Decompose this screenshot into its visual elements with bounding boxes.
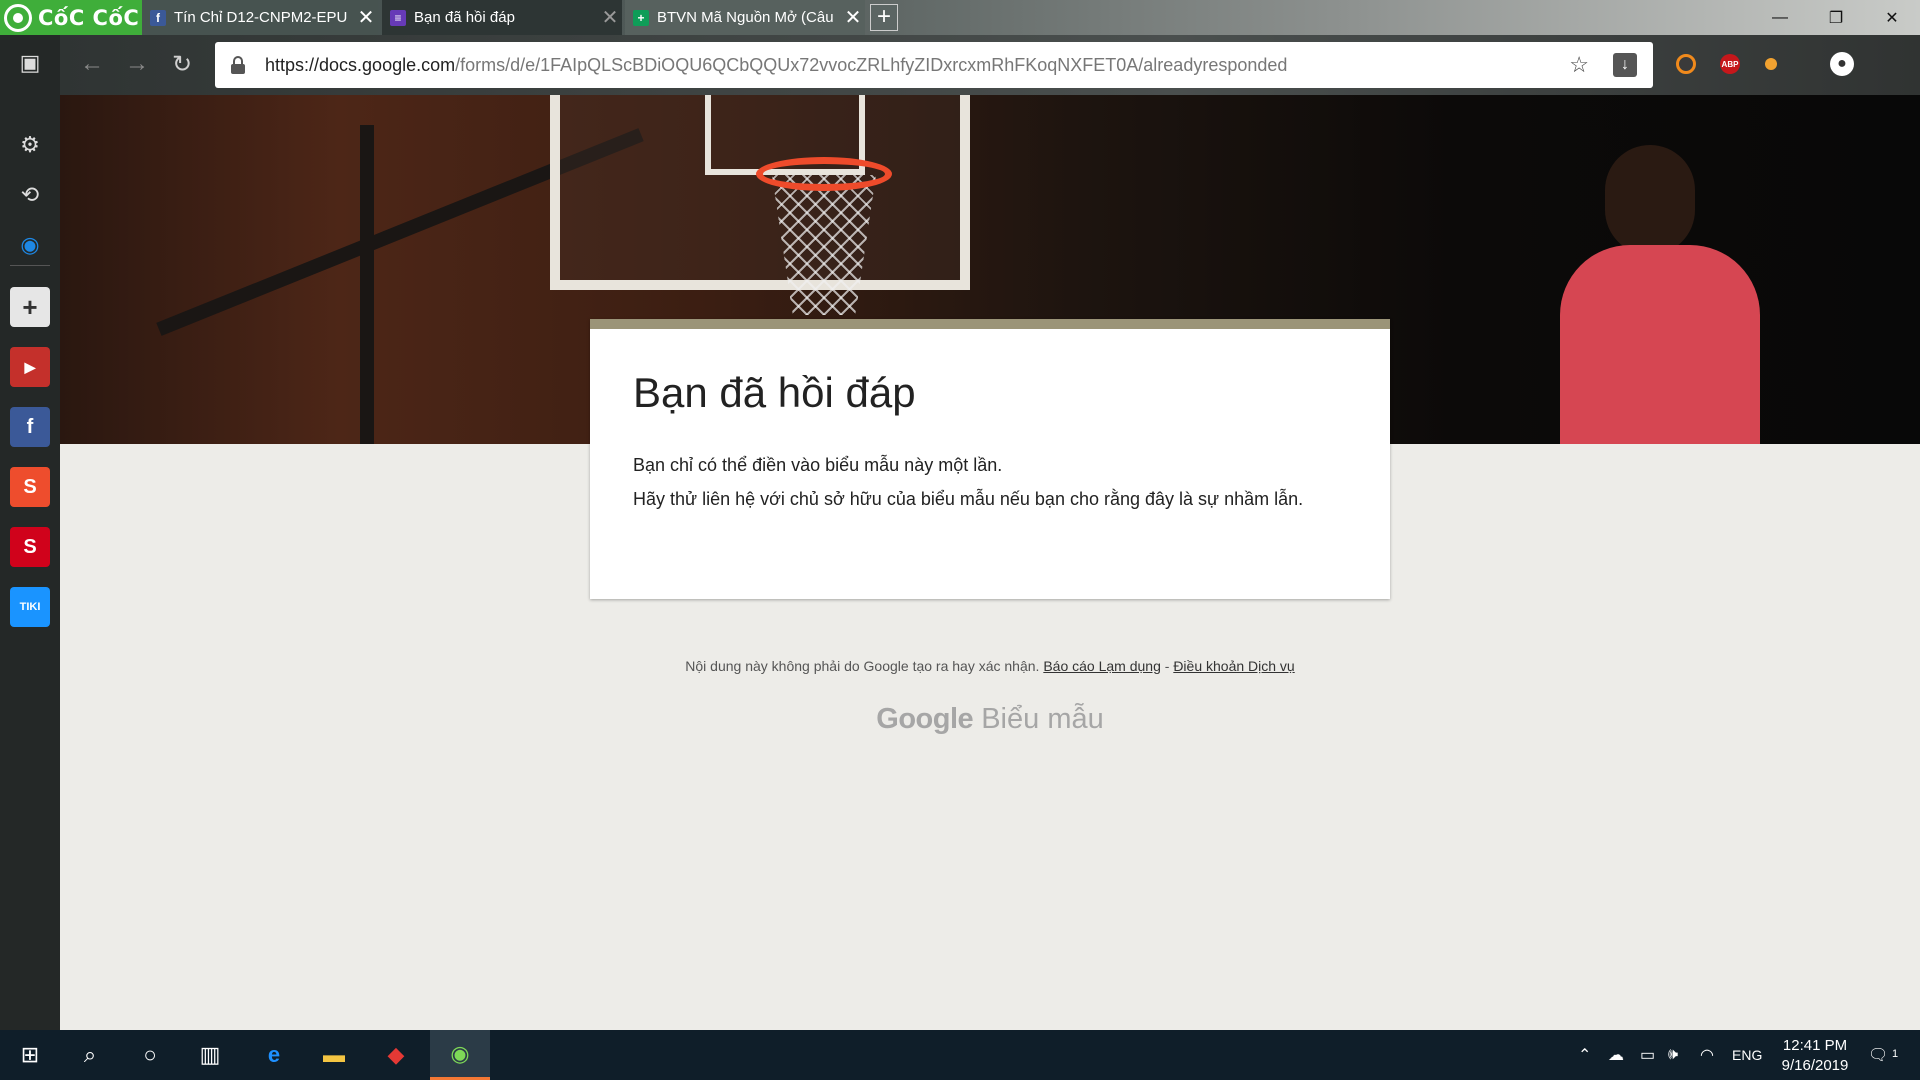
windows-start-icon[interactable]: ⊞	[0, 1030, 60, 1080]
notification-count: 1	[1886, 1044, 1904, 1064]
volume-icon[interactable]: 🕪	[1668, 1030, 1678, 1080]
coccoc-taskbar-icon[interactable]: ◉	[430, 1030, 490, 1080]
tab-google-form[interactable]: ≡ Bạn đã hồi đáp ✕	[382, 0, 622, 35]
coccoc-extension-icon[interactable]	[1676, 54, 1696, 74]
battery-icon[interactable]: ▭	[1640, 1030, 1655, 1080]
response-message: Bạn chỉ có thể điền vào biểu mẫu này một…	[633, 455, 1003, 475]
basketball-player	[1560, 245, 1760, 444]
report-abuse-link[interactable]: Báo cáo Lạm dụng	[1043, 658, 1161, 674]
tab-facebook[interactable]: f Tín Chỉ D12-CNPM2-EPU ✕	[142, 0, 378, 35]
tab-google-sheets[interactable]: + BTVN Mã Nguồn Mở (Câu ✕	[625, 0, 865, 35]
clock-time: 12:41 PM	[1782, 1037, 1848, 1054]
cortana-icon[interactable]: ○	[120, 1030, 180, 1080]
onedrive-icon[interactable]: ☁	[1608, 1030, 1624, 1080]
file-explorer-icon[interactable]: ▬	[304, 1030, 364, 1080]
reload-icon[interactable]: ↻	[165, 47, 199, 81]
add-app-button[interactable]: +	[10, 287, 50, 327]
basketball-net	[772, 175, 876, 315]
google-forms-icon: ≡	[390, 9, 406, 26]
bookmark-star-icon[interactable]: ☆	[1569, 52, 1589, 78]
new-tab-button[interactable]: +	[870, 4, 898, 31]
disclaimer-text: Nội dung này không phải do Google tạo ra…	[685, 658, 1040, 674]
footer-disclaimer: Nội dung này không phải do Google tạo ra…	[685, 658, 1295, 674]
google-wordmark: Google	[876, 703, 974, 735]
contact-owner-message: Hãy thử liên hệ với chủ sở hữu của biểu …	[633, 489, 1304, 509]
facebook-icon[interactable]: f	[10, 407, 50, 447]
close-tab-icon[interactable]: ✕	[354, 5, 378, 30]
page-title: Bạn đã hồi đáp	[633, 369, 916, 416]
basketball-hoop	[756, 157, 892, 191]
clock[interactable]: 12:41 PM 9/16/2019	[1760, 1036, 1870, 1076]
coccoc-logo-icon	[4, 3, 32, 32]
forward-icon[interactable]: →	[120, 47, 154, 81]
windows-taskbar: ⊞ ⌕ ○ ▥ e ▬ ◆ ◉ ⌃ ☁ ▭ 🕪 ◠ ENG 12:41 PM 9…	[0, 1030, 1920, 1080]
edge-icon[interactable]: e	[244, 1030, 304, 1080]
google-forms-logo[interactable]: Google Biểu mẫu	[60, 703, 1920, 736]
messenger-icon[interactable]: ◉	[10, 225, 50, 265]
youtube-icon[interactable]: ▶	[10, 347, 50, 387]
language-indicator[interactable]: ENG	[1732, 1030, 1762, 1080]
task-view-icon[interactable]: ▥	[180, 1030, 240, 1080]
tab-title: Bạn đã hồi đáp	[414, 9, 515, 26]
page-content: Bạn đã hồi đáp Bạn chỉ có thể điền vào b…	[60, 95, 1920, 1030]
lock-icon	[231, 56, 245, 74]
minimize-icon[interactable]: —	[1752, 0, 1808, 35]
sidebar-toggle-icon[interactable]: ▣	[10, 43, 50, 83]
adblock-plus-icon[interactable]: ABP	[1720, 54, 1740, 74]
response-card: Bạn đã hồi đáp Bạn chỉ có thể điền vào b…	[590, 319, 1390, 599]
clock-date: 9/16/2019	[1781, 1057, 1849, 1074]
profile-avatar-icon[interactable]: ●	[1830, 52, 1854, 76]
terms-of-service-link[interactable]: Điều khoản Dịch vụ	[1173, 658, 1294, 674]
restore-icon[interactable]: ❐	[1808, 0, 1864, 35]
address-bar[interactable]: https://docs.google.com/forms/d/e/1FAIpQ…	[215, 42, 1653, 88]
sidebar-divider	[10, 265, 50, 266]
show-hidden-icons-icon[interactable]: ⌃	[1578, 1030, 1591, 1080]
google-sheets-icon: +	[633, 9, 649, 26]
tiki-icon[interactable]: TIKI	[10, 587, 50, 627]
download-icon[interactable]: ↓	[1613, 53, 1637, 77]
back-icon[interactable]: ←	[75, 47, 109, 81]
tab-strip: CốC CốC f Tín Chỉ D12-CNPM2-EPU ✕ ≡ Bạn …	[0, 0, 1920, 35]
history-icon[interactable]: ⟲	[10, 175, 50, 215]
close-tab-icon[interactable]: ✕	[598, 5, 622, 30]
tab-title: Tín Chỉ D12-CNPM2-EPU	[174, 9, 348, 26]
forms-wordmark: Biểu mẫu	[981, 703, 1104, 735]
coccoc-sidebar: ▣ ⚙ ⟲ ◉ + ▶ f S S TIKI	[0, 35, 60, 1030]
settings-gear-icon[interactable]: ⚙	[10, 125, 50, 165]
shopee-icon[interactable]: S	[10, 467, 50, 507]
sendo-icon[interactable]: S	[10, 527, 50, 567]
wifi-icon[interactable]: ◠	[1700, 1030, 1714, 1080]
search-icon[interactable]: ⌕	[60, 1030, 120, 1080]
close-window-icon[interactable]: ✕	[1864, 0, 1920, 35]
close-tab-icon[interactable]: ✕	[841, 5, 865, 30]
facebook-icon: f	[150, 9, 166, 26]
garena-icon[interactable]: ◆	[366, 1030, 426, 1080]
coccoc-brand[interactable]: CốC CốC	[0, 0, 142, 35]
tab-title: BTVN Mã Nguồn Mở (Câu	[657, 9, 834, 26]
browser-brand-name: CốC CốC	[38, 5, 140, 30]
url-text[interactable]: https://docs.google.com/forms/d/e/1FAIpQ…	[265, 55, 1569, 76]
coccoc-dictionary-icon[interactable]	[1765, 58, 1777, 70]
